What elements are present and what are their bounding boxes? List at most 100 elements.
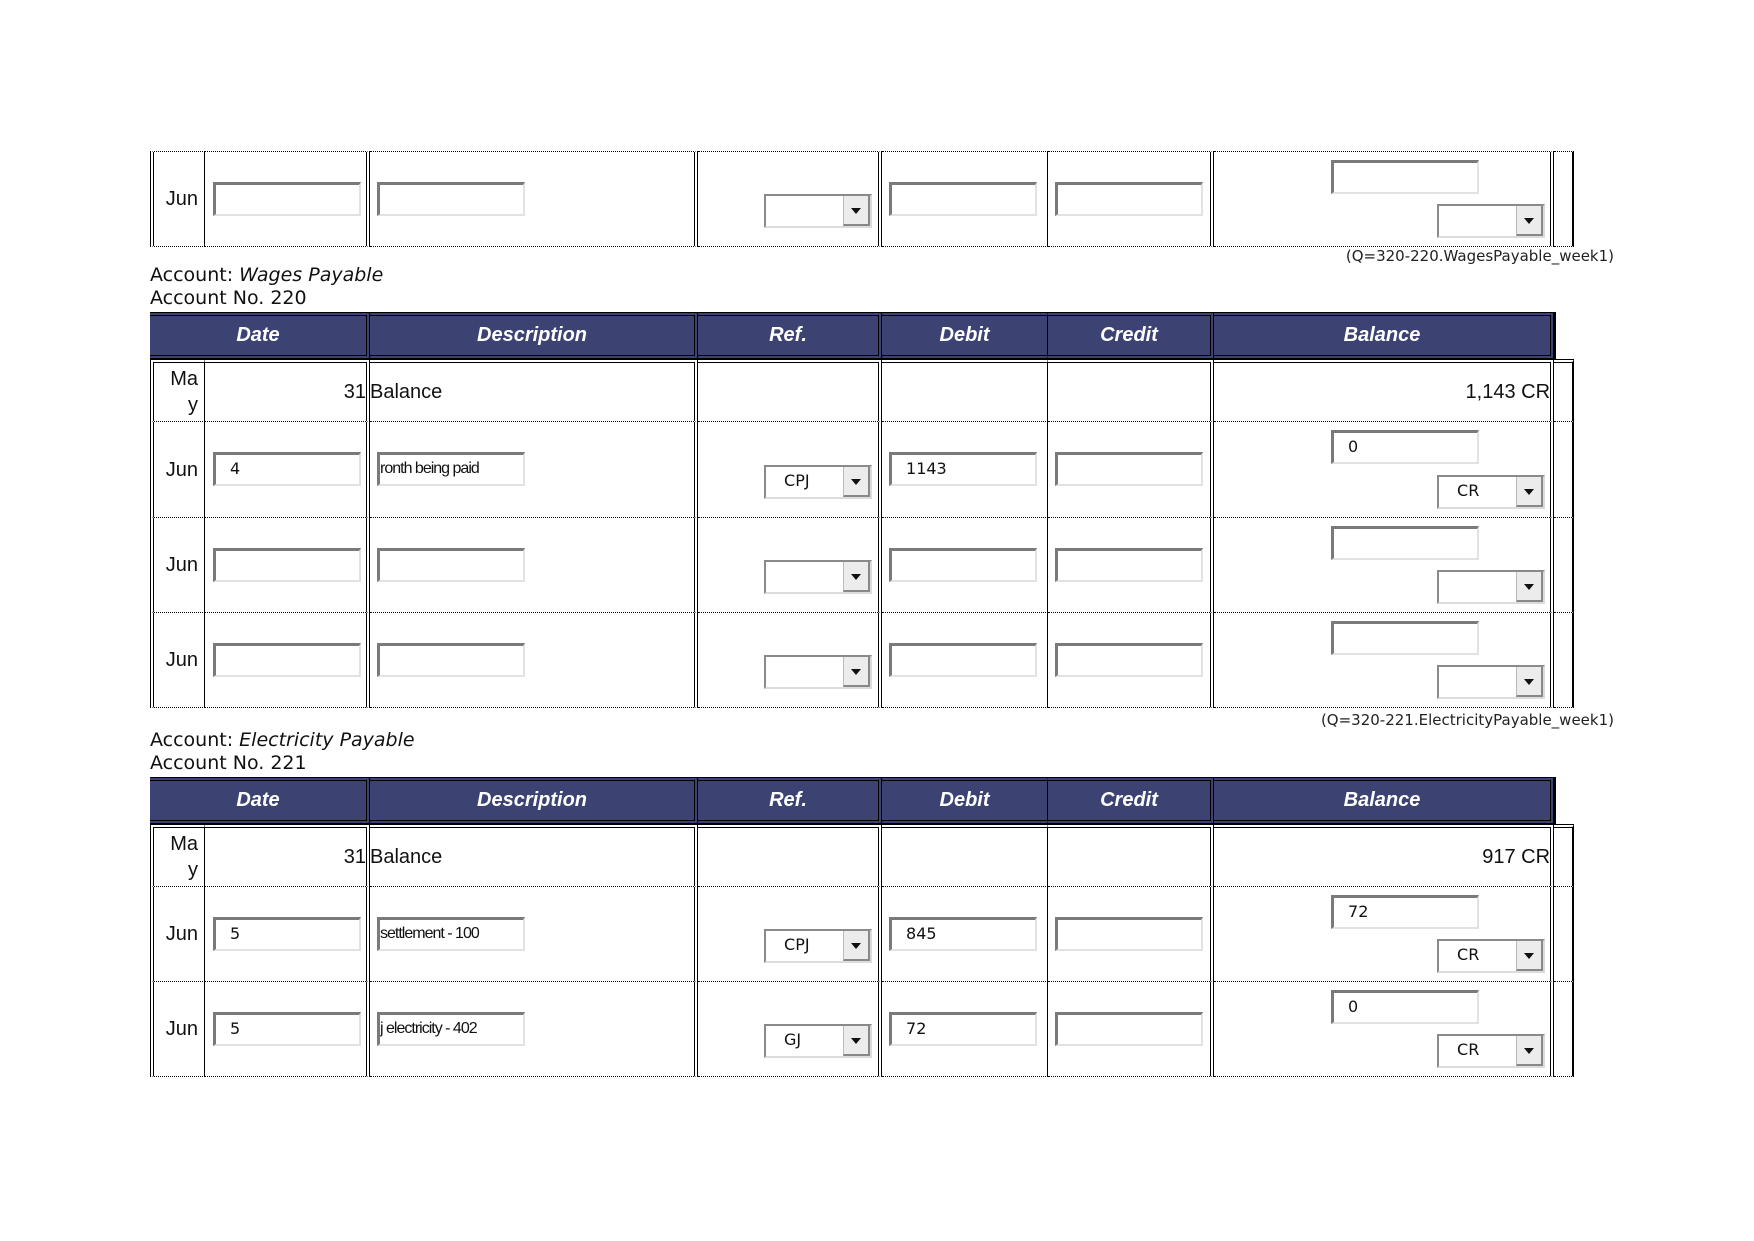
debit-input[interactable]: 72 (889, 1012, 1038, 1046)
ledger-wages-payable: Account: Wages Payable Account No. 220 D… (150, 264, 1575, 708)
balance-type-select[interactable]: CR (1437, 1034, 1546, 1068)
row-end-cell (1554, 151, 1574, 247)
opening-balance-row: Ma y 31 Balance 917 CR (150, 824, 1575, 887)
ref-select[interactable] (764, 655, 873, 689)
balance-input[interactable] (1331, 621, 1480, 655)
balance-input[interactable] (1331, 160, 1479, 194)
day-input[interactable]: 5 (213, 917, 361, 951)
account-number: Account No. 220 (150, 287, 307, 309)
header-ref: Ref. (698, 312, 883, 359)
debit-input[interactable] (889, 643, 1038, 677)
balance-type-select[interactable] (1437, 570, 1546, 604)
ref-select-value: CPJ (784, 935, 810, 954)
description-input[interactable] (377, 643, 526, 677)
ref-select[interactable]: CPJ (764, 465, 873, 499)
debit-input[interactable]: 845 (889, 917, 1038, 951)
balance-type-value (1439, 572, 1516, 602)
chevron-down-icon[interactable] (843, 196, 870, 226)
header-description: Description (370, 777, 699, 824)
table-header: Date Description Ref. Debit Credit Balan… (150, 777, 1575, 824)
balance-type-value: CR (1457, 481, 1480, 500)
ref-select-value (766, 657, 843, 687)
balance-type-select[interactable]: CR (1437, 475, 1546, 509)
ref-select[interactable]: CPJ (764, 929, 873, 963)
account-name-value: Wages Payable (239, 264, 384, 286)
credit-input[interactable] (1055, 643, 1204, 677)
chevron-down-icon[interactable] (1516, 206, 1543, 236)
balance-type-select[interactable] (1437, 204, 1545, 238)
table-row: Jun (150, 151, 1574, 247)
balance-type-value (1439, 667, 1516, 697)
day-input[interactable] (213, 182, 361, 216)
day-input[interactable]: 5 (213, 1012, 361, 1046)
description-input[interactable] (377, 548, 526, 582)
debit-input[interactable] (889, 548, 1038, 582)
balance-input[interactable]: 72 (1331, 895, 1480, 929)
chevron-down-icon[interactable] (1516, 667, 1544, 697)
month-cell: Jun (150, 422, 205, 518)
chevron-down-icon[interactable] (843, 1026, 871, 1056)
description-input[interactable]: j electricity - 402 (377, 1012, 526, 1046)
balance-input[interactable]: 0 (1331, 430, 1480, 464)
account-number: Account No. 221 (150, 752, 307, 774)
credit-input[interactable] (1055, 182, 1203, 216)
chevron-down-icon[interactable] (1516, 572, 1544, 602)
chevron-down-icon[interactable] (843, 657, 871, 687)
header-date: Date (150, 312, 371, 359)
month-cell: Ma y (150, 359, 205, 422)
ref-cell (698, 359, 883, 422)
description-input[interactable]: ronth being paid (377, 452, 526, 486)
chevron-down-icon[interactable] (1516, 1036, 1544, 1066)
credit-cell (1048, 824, 1215, 887)
question-code: (Q=320-220.WagesPayable_week1) (1345, 247, 1614, 265)
balance-type-value: CR (1457, 945, 1480, 964)
day-input[interactable] (213, 643, 361, 677)
chevron-down-icon[interactable] (843, 562, 871, 592)
row-end-cell (1554, 359, 1575, 422)
credit-input[interactable] (1055, 452, 1204, 486)
ledger-electricity-payable: Account: Electricity Payable Account No.… (150, 729, 1575, 1077)
day-cell: 31 (205, 359, 371, 422)
row-end-cell (1554, 613, 1575, 708)
row-end-cell (1554, 982, 1575, 1077)
ref-select[interactable] (764, 560, 873, 594)
balance-type-select[interactable] (1437, 665, 1546, 699)
ledger-fragment-top: Jun (150, 151, 1574, 247)
credit-input[interactable] (1055, 1012, 1204, 1046)
chevron-down-icon[interactable] (843, 931, 871, 961)
ref-select-value: CPJ (784, 471, 810, 490)
ref-select-value (766, 562, 843, 592)
question-code: (Q=320-221.ElectricityPayable_week1) (1320, 711, 1614, 729)
table-row: Jun (150, 518, 1575, 613)
credit-input[interactable] (1055, 917, 1204, 951)
balance-input[interactable] (1331, 526, 1480, 560)
day-input[interactable]: 4 (213, 452, 361, 486)
credit-input[interactable] (1055, 548, 1204, 582)
chevron-down-icon[interactable] (843, 467, 871, 497)
debit-input[interactable] (889, 182, 1037, 216)
row-end-cell (1554, 887, 1575, 982)
header-end (1554, 312, 1575, 359)
opening-balance-row: Ma y 31 Balance 1,143 CR (150, 359, 1575, 422)
header-date: Date (150, 777, 371, 824)
day-cell: 31 (205, 824, 371, 887)
table-row: Jun 5 settlement - 100 CPJ 845 72 CR (150, 887, 1575, 982)
table-row: Jun 4 ronth being paid CPJ 1143 0 CR (150, 422, 1575, 518)
balance-input[interactable]: 0 (1331, 990, 1480, 1024)
description-input[interactable]: settlement - 100 (377, 917, 526, 951)
description-input[interactable] (377, 182, 525, 216)
chevron-down-icon[interactable] (1516, 941, 1544, 971)
ref-select[interactable] (764, 194, 872, 228)
header-credit: Credit (1048, 312, 1215, 359)
header-balance: Balance (1214, 312, 1555, 359)
day-input[interactable] (213, 548, 361, 582)
balance-type-select[interactable]: CR (1437, 939, 1546, 973)
month-cell: Jun (150, 887, 205, 982)
month-cell: Ma y (150, 824, 205, 887)
account-label: Account: (150, 729, 240, 751)
debit-input[interactable]: 1143 (889, 452, 1038, 486)
credit-cell (1048, 359, 1215, 422)
row-end-cell (1554, 824, 1575, 887)
ref-select[interactable]: GJ (764, 1024, 873, 1058)
chevron-down-icon[interactable] (1516, 477, 1544, 507)
